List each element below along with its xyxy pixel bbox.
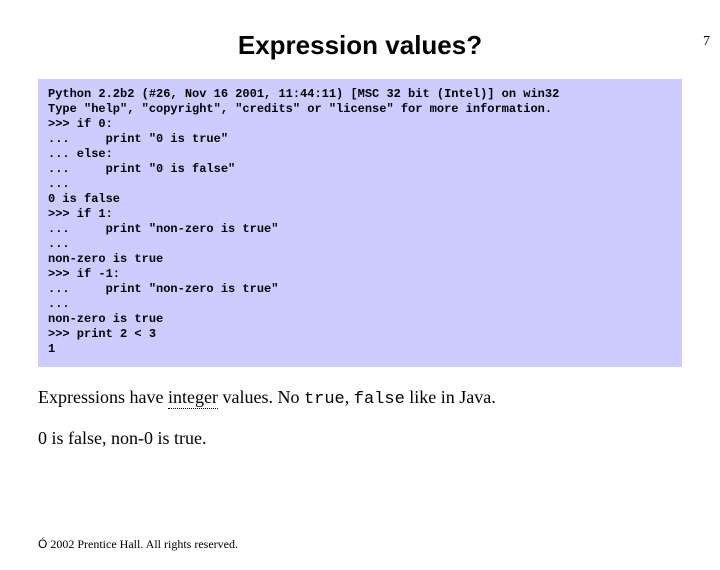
text-segment: values. No xyxy=(218,387,304,407)
text-segment: Expressions have xyxy=(38,387,168,407)
copyright-text: 2002 Prentice Hall. All rights reserved. xyxy=(47,537,238,551)
text-segment: like in Java. xyxy=(405,387,496,407)
page-number: 7 xyxy=(703,34,710,50)
code-inline-false: false xyxy=(354,390,405,409)
paragraph-2: 0 is false, non-0 is true. xyxy=(38,426,682,450)
text-segment: , xyxy=(345,387,354,407)
python-repl-code: Python 2.2b2 (#26, Nov 16 2001, 11:44:11… xyxy=(38,79,682,367)
copyright-symbol: Ó xyxy=(38,537,47,551)
underlined-word: integer xyxy=(168,387,218,409)
copyright-footer: Ó 2002 Prentice Hall. All rights reserve… xyxy=(38,537,238,552)
paragraph-1: Expressions have integer values. No true… xyxy=(38,385,682,412)
slide-title: Expression values? xyxy=(0,30,720,61)
code-inline-true: true xyxy=(304,390,345,409)
